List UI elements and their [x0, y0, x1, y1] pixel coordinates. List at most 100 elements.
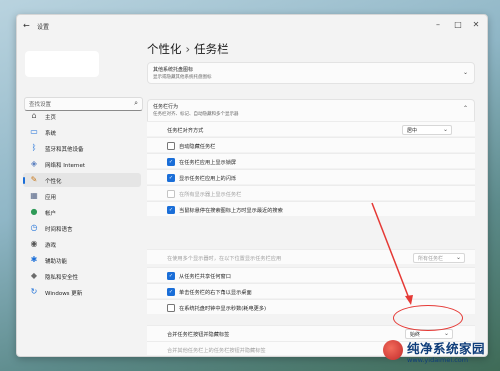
other-tray-subtitle: 显示或隐藏其他系统托盘图标 — [153, 75, 212, 80]
multi-display-label: 在使用多个显示器时，在以下位置显示任务栏应用 — [167, 255, 282, 262]
behaviors-subtitle: 任务栏对齐、标记、自动隐藏和多个显示器 — [153, 112, 239, 117]
option-label: 从任务栏共享任何窗口 — [179, 273, 231, 280]
option-label: 在系统托盘时钟中显示秒数(耗电更多) — [179, 305, 267, 312]
bluetooth-icon: ᛒ — [31, 143, 37, 152]
checkbox[interactable]: ✓ — [167, 157, 175, 166]
sidebar-item-1[interactable]: ▭ 系统 — [23, 125, 141, 139]
option-row: 在所有显示器上显示任务栏 — [147, 185, 475, 200]
chevron-down-icon: ⌄ — [442, 126, 448, 133]
option-label: 单击任务栏的右下角以显示桌面 — [179, 289, 252, 296]
chevron-down-icon[interactable]: ⌄ — [463, 69, 468, 76]
alignment-label: 任务栏对齐方式 — [167, 127, 204, 134]
sidebar: 查找设置 ⌕ ⌂ 主页 ▭ 系统 ᛒ 蓝牙和其他设备 ◈ 网络和 Internet ✎ 个性化 ▦ 应… — [17, 39, 143, 356]
sidebar-item-2[interactable]: ᛒ 蓝牙和其他设备 — [23, 141, 141, 155]
option-row: ✓ 在任务栏应用上显示锁屏 — [147, 153, 475, 168]
checkbox[interactable]: ✓ — [167, 287, 175, 296]
chevron-down-icon: ⌄ — [455, 254, 461, 261]
multi-display-value: 所有任务栏 — [418, 256, 444, 262]
option-row: ✓ 当鼠标悬停在搜索图标上方时显示最近的搜索 — [147, 201, 475, 216]
apps-icon: ▦ — [30, 191, 38, 200]
other-tray-title: 其他系统托盘图标 — [153, 67, 194, 73]
option-label: 在所有显示器上显示任务栏 — [179, 191, 242, 198]
user-profile-block[interactable] — [25, 51, 99, 77]
option-row: ✓ 从任务栏共享任何窗口 — [147, 267, 475, 282]
update-icon: ↻ — [30, 287, 38, 296]
sidebar-item-4[interactable]: ✎ 个性化 — [23, 173, 141, 187]
close-icon[interactable]: ✕ — [469, 20, 483, 29]
sidebar-item-8[interactable]: ◉ 游戏 — [23, 237, 141, 251]
breadcrumb-parent[interactable]: 个性化 — [147, 42, 182, 56]
back-arrow-icon[interactable]: ← — [23, 21, 30, 30]
alignment-value: 居中 — [407, 128, 418, 134]
sidebar-item-0[interactable]: ⌂ 主页 — [23, 109, 141, 123]
sidebar-item-label: Windows 更新 — [45, 291, 83, 297]
sidebar-item-label: 隐私和安全性 — [45, 275, 79, 281]
search-icon: ⌕ — [134, 99, 138, 107]
watermark-url: www.yidaimei.com — [407, 356, 469, 364]
sidebar-item-label: 个性化 — [45, 179, 62, 185]
option-label: 在任务栏应用上显示锁屏 — [179, 159, 237, 166]
title-bar: ← 设置 – □ ✕ — [17, 15, 487, 39]
sidebar-item-10[interactable]: ◆ 隐私和安全性 — [23, 269, 141, 283]
sidebar-item-label: 辅助功能 — [45, 259, 68, 265]
chevron-up-icon[interactable]: ⌃ — [463, 105, 468, 112]
maximize-icon[interactable]: □ — [451, 20, 465, 29]
brush-icon: ✎ — [30, 175, 38, 184]
alignment-dropdown[interactable]: 居中 ⌄ — [402, 124, 452, 135]
shield-icon: ◆ — [30, 271, 38, 280]
sidebar-item-3[interactable]: ◈ 网络和 Internet — [23, 157, 141, 171]
watermark-logo — [383, 340, 403, 360]
sidebar-item-label: 网络和 Internet — [45, 163, 86, 169]
taskbar-behaviors-header[interactable]: 任务栏行为 任务栏对齐、标记、自动隐藏和多个显示器 ⌃ — [147, 99, 475, 121]
sidebar-item-5[interactable]: ▦ 应用 — [23, 189, 141, 203]
option-label: 显示任务栏应用上的闪烁 — [179, 175, 237, 182]
checkbox[interactable] — [167, 141, 175, 150]
account-icon: ● — [30, 207, 38, 216]
combine-other-label: 合并其他任务栏上的任务栏按钮并隐藏标签 — [167, 347, 266, 354]
checkbox[interactable] — [167, 303, 175, 312]
minimize-icon[interactable]: – — [431, 20, 445, 29]
accessibility-icon: ✱ — [30, 255, 38, 264]
sidebar-item-label: 系统 — [45, 131, 57, 137]
watermark-title: 纯净系统家园 — [407, 341, 486, 356]
sidebar-item-label: 游戏 — [45, 243, 57, 249]
breadcrumb: 个性化 › 任务栏 — [147, 41, 229, 57]
checkbox[interactable]: ✓ — [167, 271, 175, 280]
page-title: 任务栏 — [194, 42, 229, 56]
settings-window: ← 设置 – □ ✕ 查找设置 ⌕ ⌂ 主页 ▭ 系统 ᛒ 蓝牙和其他设备 ◈ 网络和 Int… — [16, 14, 488, 357]
search-placeholder: 查找设置 — [29, 102, 52, 108]
game-icon: ◉ — [30, 239, 38, 248]
multi-display-dropdown[interactable]: 所有任务栏 ⌄ — [413, 252, 465, 263]
sidebar-item-7[interactable]: ◷ 时间和语言 — [23, 221, 141, 235]
option-label: 当鼠标悬停在搜索图标上方时显示最近的搜索 — [179, 207, 283, 214]
sidebar-item-label: 帐户 — [45, 211, 57, 217]
home-icon: ⌂ — [31, 111, 37, 120]
sidebar-item-9[interactable]: ✱ 辅助功能 — [23, 253, 141, 267]
network-icon: ◈ — [30, 159, 38, 168]
checkbox[interactable]: ✓ — [167, 205, 175, 214]
sidebar-item-11[interactable]: ↻ Windows 更新 — [23, 285, 141, 299]
combine-dropdown[interactable]: 始终 ⌄ — [405, 328, 453, 339]
other-tray-icons-section[interactable]: 其他系统托盘图标 显示或隐藏其他系统托盘图标 ⌄ — [147, 62, 475, 84]
combine-label: 合并任务栏按钮并隐藏标签 — [167, 331, 230, 338]
sidebar-item-label: 应用 — [45, 195, 57, 201]
option-row: 自动隐藏任务栏 — [147, 137, 475, 152]
checkbox[interactable]: ✓ — [167, 173, 175, 182]
behaviors-title: 任务栏行为 — [153, 104, 179, 110]
option-label: 自动隐藏任务栏 — [179, 143, 216, 150]
system-icon: ▭ — [30, 127, 38, 136]
combine-value: 始终 — [410, 332, 421, 338]
multi-display-row: 在使用多个显示器时，在以下位置显示任务栏应用 所有任务栏 ⌄ — [147, 249, 475, 264]
sidebar-item-label: 时间和语言 — [45, 227, 73, 233]
sidebar-item-label: 主页 — [45, 115, 57, 121]
app-title: 设置 — [37, 24, 50, 31]
option-row: ✓ 显示任务栏应用上的闪烁 — [147, 169, 475, 184]
option-row: ✓ 单击任务栏的右下角以显示桌面 — [147, 283, 475, 298]
alignment-row: 任务栏对齐方式 居中 ⌄ — [147, 121, 475, 136]
checkbox — [167, 189, 175, 198]
sidebar-item-label: 蓝牙和其他设备 — [45, 147, 84, 153]
sidebar-item-6[interactable]: ● 帐户 — [23, 205, 141, 219]
watermark: 纯净系统家园 www.yidaimei.com — [383, 338, 497, 368]
active-indicator — [23, 177, 25, 184]
breadcrumb-separator: › — [185, 42, 191, 56]
